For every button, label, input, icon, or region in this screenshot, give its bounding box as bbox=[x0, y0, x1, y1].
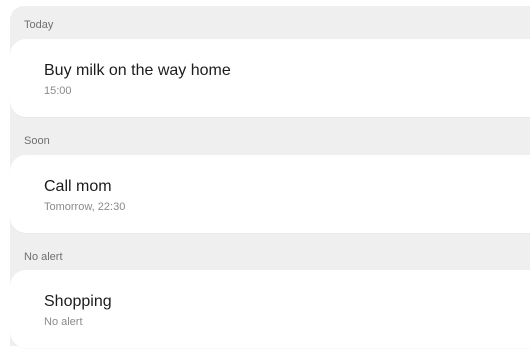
reminder-title: Call mom bbox=[44, 178, 112, 195]
reminder-card-buy-milk[interactable]: Buy milk on the way home 15:00 bbox=[10, 39, 530, 117]
section-header-soon: Soon bbox=[24, 135, 50, 147]
section-header-today: Today bbox=[24, 19, 54, 31]
reminder-card-call-mom[interactable]: Call mom Tomorrow, 22:30 bbox=[10, 155, 530, 233]
reminder-card-shopping[interactable]: Shopping No alert bbox=[10, 270, 530, 348]
reminder-time: Tomorrow, 22:30 bbox=[44, 201, 126, 213]
section-header-no-alert: No alert bbox=[24, 251, 63, 263]
reminder-status: No alert bbox=[44, 316, 83, 328]
reminder-title: Shopping bbox=[44, 293, 112, 310]
reminder-time: 15:00 bbox=[44, 85, 72, 97]
reminder-title: Buy milk on the way home bbox=[44, 62, 231, 79]
